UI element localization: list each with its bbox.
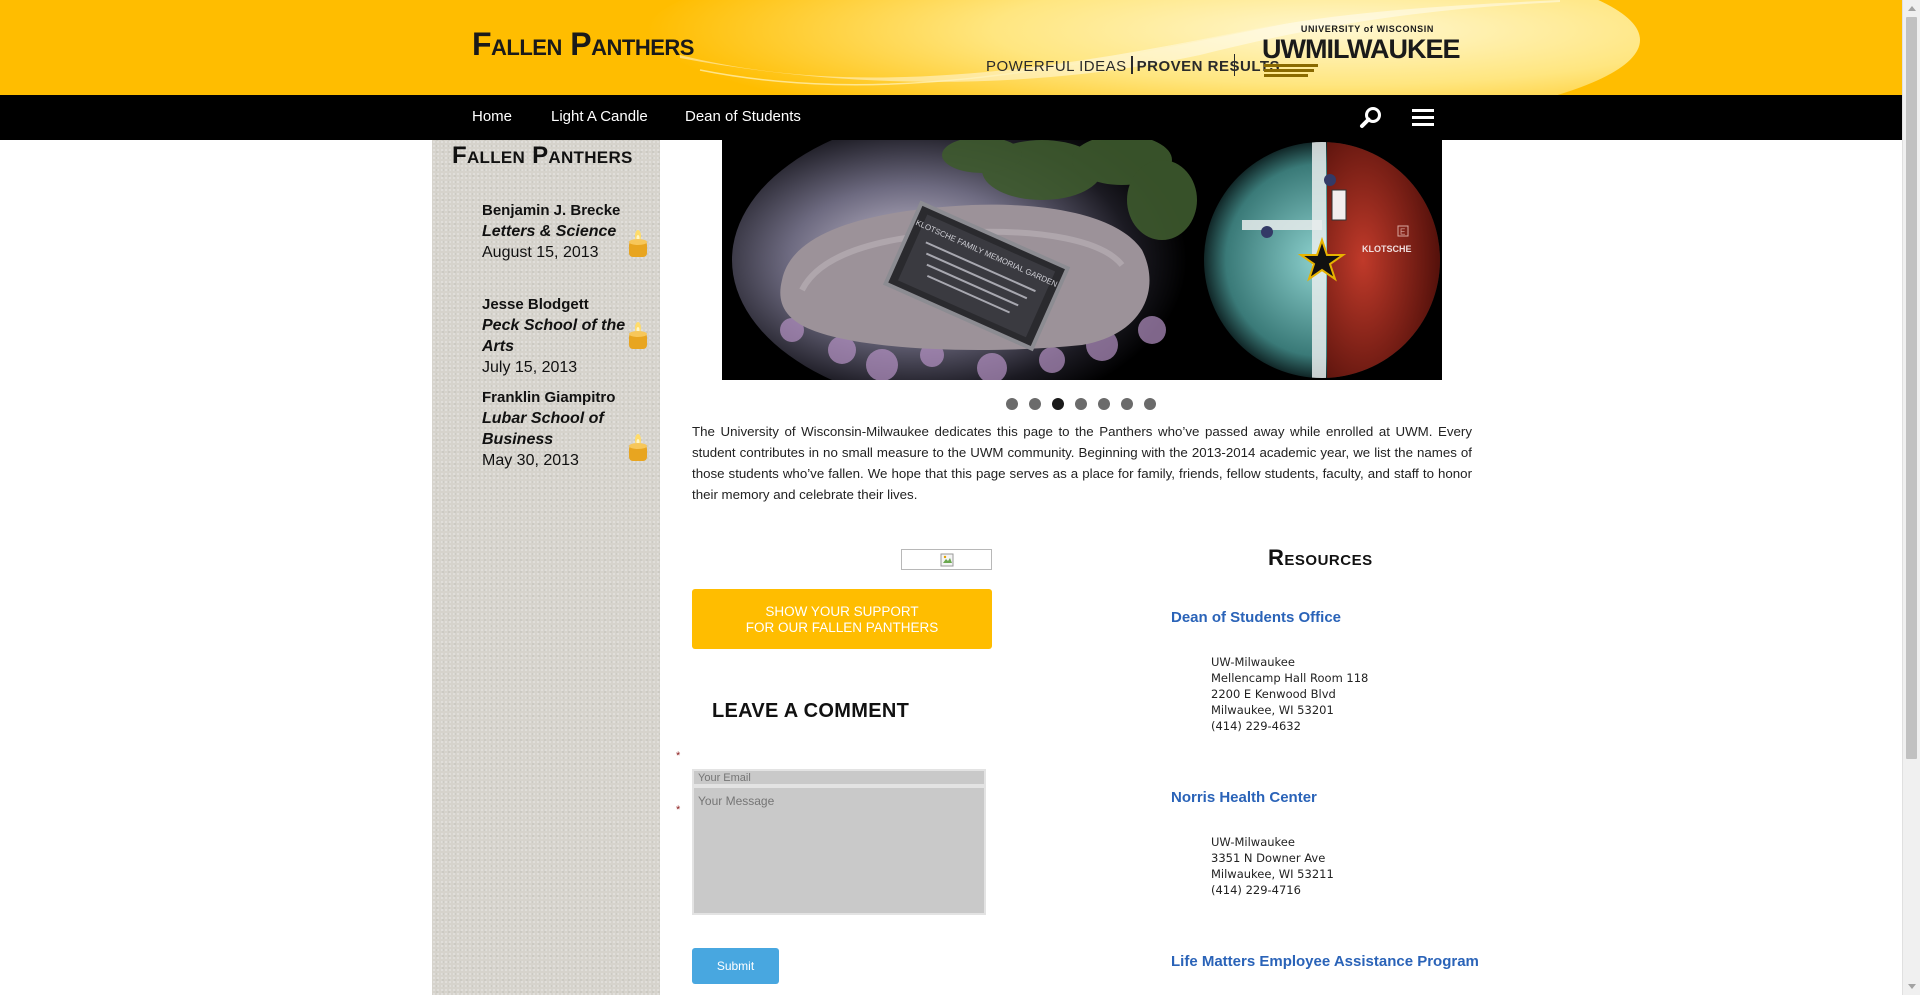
address-line: UW-Milwaukee <box>1211 655 1295 669</box>
support-button-line2: for our Fallen Panthers <box>745 620 939 635</box>
hamburger-menu-icon[interactable] <box>1408 103 1438 133</box>
uwm-logo[interactable]: UNIVERSITY of WISCONSIN UWMILWAUKEE <box>1262 24 1460 78</box>
address-line: (414) 229-4632 <box>1211 719 1301 733</box>
scrollbar-thumb[interactable] <box>1906 17 1917 759</box>
candle-icon[interactable] <box>627 320 649 350</box>
panther-name[interactable]: Jesse Blodgett <box>482 295 660 315</box>
main-nav: Home Light A Candle Dean of Students <box>0 95 1902 140</box>
tagline-bold: PROVEN RESULTS <box>1136 58 1281 75</box>
candle-icon[interactable] <box>627 432 649 462</box>
address-line: Mellencamp Hall Room 118 <box>1211 671 1369 685</box>
required-marker: * <box>676 750 681 762</box>
submit-button[interactable]: Submit <box>692 948 779 984</box>
address-line: Milwaukee, WI 53211 <box>1211 867 1334 881</box>
broken-image-icon <box>940 553 954 567</box>
resources-heading: Resources <box>1268 545 1373 570</box>
email-field[interactable] <box>692 769 986 786</box>
memorial-slideshow[interactable]: KLOTSCHE FAMILY MEMORIAL GARDEN KLOTSCHE… <box>722 140 1442 380</box>
resource-link-norris-health-center[interactable]: Norris Health Center <box>1171 789 1317 806</box>
memorial-garden-photo: KLOTSCHE FAMILY MEMORIAL GARDEN KLOTSCHE… <box>722 140 1442 380</box>
slide-dot-active[interactable] <box>1052 398 1064 410</box>
resource-address: UW-Milwaukee 3351 N Downer Ave Milwaukee… <box>1211 834 1334 898</box>
site-title[interactable]: Fallen Panthers <box>472 26 694 63</box>
panther-date: July 15, 2013 <box>482 359 578 376</box>
resource-link-dean-of-students[interactable]: Dean of Students Office <box>1171 609 1341 626</box>
nav-home[interactable]: Home <box>472 108 512 125</box>
panther-school: Lubar School of Business <box>482 410 604 448</box>
address-line: (414) 229-4716 <box>1211 883 1301 897</box>
tagline-separator <box>1130 56 1133 74</box>
slide-dot[interactable] <box>1098 398 1110 410</box>
logo-bars-icon <box>1264 64 1318 77</box>
map-building-label: KLOTSCHE <box>1362 244 1412 254</box>
page: Fallen Panthers POWERFUL IDEAS PROVEN RES… <box>0 0 1920 995</box>
panther-name[interactable]: Franklin Giampitro <box>482 388 660 408</box>
sidebar: Fallen Panthers Benjamin J. Brecke Lette… <box>432 140 660 995</box>
slide-dot[interactable] <box>1121 398 1133 410</box>
candle-icon[interactable] <box>627 228 649 258</box>
address-line: 3351 N Downer Ave <box>1211 851 1326 865</box>
vertical-scrollbar[interactable] <box>1902 0 1920 995</box>
scroll-up-arrow-icon[interactable] <box>1903 0 1920 17</box>
site-header: Fallen Panthers POWERFUL IDEAS PROVEN RES… <box>0 0 1902 95</box>
header-swoosh <box>680 0 1560 86</box>
nav-dean-of-students[interactable]: Dean of Students <box>685 108 801 125</box>
slide-dot[interactable] <box>1144 398 1156 410</box>
intro-paragraph: The University of Wisconsin-Milwaukee de… <box>692 424 1472 502</box>
map-building-letter: E <box>1400 228 1405 237</box>
scroll-down-arrow-icon[interactable] <box>1903 978 1920 995</box>
address-line: UW-Milwaukee <box>1211 835 1295 849</box>
logo-university-text: UNIVERSITY of WISCONSIN <box>1300 24 1434 34</box>
tagline-light: POWERFUL IDEAS <box>986 58 1127 75</box>
nav-light-a-candle[interactable]: Light A Candle <box>551 108 648 125</box>
slide-dot[interactable] <box>1006 398 1018 410</box>
message-field[interactable] <box>692 786 986 915</box>
resource-address: UW-Milwaukee Mellencamp Hall Room 118 22… <box>1211 654 1368 734</box>
logo-milwaukee-text: UWMILWAUKEE <box>1262 34 1460 64</box>
leave-comment-heading: LEAVE A COMMENT <box>712 700 910 722</box>
search-icon[interactable] <box>1356 103 1386 133</box>
support-button-line1: Show your support <box>765 604 919 619</box>
slide-dot[interactable] <box>1075 398 1087 410</box>
address-line: 2200 E Kenwood Blvd <box>1211 687 1336 701</box>
show-support-button[interactable]: Show your support for our Fallen Panther… <box>692 589 992 649</box>
address-line: Milwaukee, WI 53201 <box>1211 703 1334 717</box>
slide-dot[interactable] <box>1029 398 1041 410</box>
tagline: POWERFUL IDEAS PROVEN RESULTS <box>986 56 1280 75</box>
required-marker: * <box>676 804 681 816</box>
broken-image <box>901 549 992 570</box>
resource-link-life-matters[interactable]: Life Matters Employee Assistance Program <box>1171 953 1479 970</box>
header-divider <box>1234 54 1235 76</box>
sidebar-title: Fallen Panthers <box>452 142 633 169</box>
panther-name[interactable]: Benjamin J. Brecke <box>482 201 660 221</box>
